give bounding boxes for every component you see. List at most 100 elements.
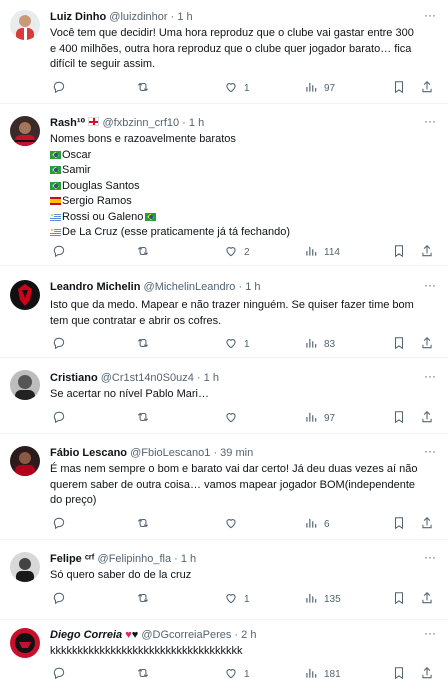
bookmark-button[interactable] bbox=[392, 591, 406, 607]
bookmark-icon bbox=[392, 666, 406, 683]
timestamp[interactable]: 1 h bbox=[245, 281, 260, 293]
retweet-button[interactable] bbox=[136, 244, 156, 260]
reply-button[interactable] bbox=[52, 410, 72, 426]
retweet-icon bbox=[136, 244, 150, 261]
reply-button[interactable] bbox=[52, 336, 72, 352]
author-handle[interactable]: @Cr1st14n0S0uz4 bbox=[101, 372, 194, 384]
views-count: 83 bbox=[324, 338, 336, 350]
like-button[interactable]: 1 bbox=[224, 80, 250, 96]
tweet-actions: 2 114 bbox=[50, 244, 438, 260]
like-button[interactable] bbox=[224, 516, 244, 532]
avatar[interactable] bbox=[10, 628, 40, 658]
reply-button[interactable] bbox=[52, 244, 72, 260]
author-name[interactable]: Luiz Dinho bbox=[50, 11, 106, 23]
author-name[interactable]: Diego Correia ♥♥ bbox=[50, 629, 138, 641]
views-button[interactable]: 6 bbox=[304, 516, 330, 532]
retweet-button[interactable] bbox=[136, 80, 156, 96]
timestamp[interactable]: 1 h bbox=[181, 553, 196, 565]
more-icon[interactable]: ··· bbox=[424, 369, 436, 383]
reply-button[interactable] bbox=[52, 516, 72, 532]
avatar[interactable] bbox=[10, 446, 40, 476]
views-button[interactable]: 97 bbox=[304, 410, 335, 426]
author-handle[interactable]: @fxbzinn_crf10 bbox=[103, 117, 180, 129]
bookmark-button[interactable] bbox=[392, 80, 406, 96]
like-button[interactable]: 1 bbox=[224, 336, 250, 352]
views-button[interactable]: 181 bbox=[304, 666, 341, 682]
views-button[interactable]: 114 bbox=[304, 244, 340, 260]
tweet-item[interactable]: Rash¹⁰ @fxbzinn_crf10 · 1 h ··· Nomes bo… bbox=[0, 104, 448, 266]
views-button[interactable]: 97 bbox=[304, 80, 335, 96]
black-heart-icon: ♥ bbox=[131, 629, 139, 641]
views-count: 181 bbox=[324, 668, 341, 680]
more-icon[interactable]: ··· bbox=[424, 278, 436, 292]
author-name[interactable]: Rash¹⁰ bbox=[50, 117, 100, 129]
like-button[interactable]: 2 bbox=[224, 244, 250, 260]
more-icon[interactable]: ··· bbox=[424, 626, 436, 640]
like-button[interactable]: 1 bbox=[224, 666, 250, 682]
retweet-button[interactable] bbox=[136, 516, 156, 532]
author-handle[interactable]: @FbioLescano1 bbox=[130, 447, 210, 459]
more-icon[interactable]: ··· bbox=[424, 114, 436, 128]
reply-button[interactable] bbox=[52, 591, 72, 607]
like-icon bbox=[224, 591, 238, 608]
author-name[interactable]: Cristiano bbox=[50, 372, 98, 384]
views-count: 135 bbox=[324, 593, 341, 605]
retweet-button[interactable] bbox=[136, 591, 156, 607]
author-handle[interactable]: @luizdinhor bbox=[109, 11, 167, 23]
views-button[interactable]: 83 bbox=[304, 336, 335, 352]
author-handle[interactable]: @MichelinLeandro bbox=[144, 281, 236, 293]
retweet-button[interactable] bbox=[136, 410, 156, 426]
bookmark-button[interactable] bbox=[392, 516, 406, 532]
timestamp[interactable]: 1 h bbox=[204, 372, 219, 384]
share-button[interactable] bbox=[420, 80, 434, 96]
reply-icon bbox=[52, 516, 66, 533]
tweet-item[interactable]: Leandro Michelin @MichelinLeandro · 1 h … bbox=[0, 266, 448, 358]
tweet-item[interactable]: Diego Correia ♥♥ @DGcorreiaPeres · 2 h ·… bbox=[0, 620, 448, 684]
retweet-icon bbox=[136, 666, 150, 683]
tweet-header: Fábio Lescano @FbioLescano1 · 39 min bbox=[50, 447, 254, 459]
timestamp[interactable]: 1 h bbox=[177, 11, 192, 23]
timestamp[interactable]: 2 h bbox=[241, 629, 256, 641]
tweet-item[interactable]: Luiz Dinho @luizdinhor · 1 h ··· Você te… bbox=[0, 0, 448, 104]
like-count: 1 bbox=[244, 668, 250, 680]
like-button[interactable] bbox=[224, 410, 244, 426]
avatar[interactable] bbox=[10, 280, 40, 310]
author-handle[interactable]: @DGcorreiaPeres bbox=[141, 629, 231, 641]
brazil-flag-icon bbox=[50, 166, 61, 174]
retweet-button[interactable] bbox=[136, 336, 156, 352]
tweet-header: Diego Correia ♥♥ @DGcorreiaPeres · 2 h bbox=[50, 629, 257, 641]
author-handle[interactable]: @Felipinho_fla bbox=[98, 553, 172, 565]
more-icon[interactable]: ··· bbox=[424, 8, 436, 22]
retweet-button[interactable] bbox=[136, 666, 156, 682]
tweet-item[interactable]: Cristiano @Cr1st14n0S0uz4 · 1 h ··· Se a… bbox=[0, 358, 448, 434]
reply-button[interactable] bbox=[52, 666, 72, 682]
views-button[interactable]: 135 bbox=[304, 591, 341, 607]
tweet-item[interactable]: Felipe ᶜʳᶠ @Felipinho_fla · 1 h ··· Só q… bbox=[0, 540, 448, 620]
bookmark-button[interactable] bbox=[392, 244, 406, 260]
author-name[interactable]: Felipe ᶜʳᶠ bbox=[50, 553, 94, 565]
like-button[interactable]: 1 bbox=[224, 591, 250, 607]
share-button[interactable] bbox=[420, 666, 434, 682]
share-button[interactable] bbox=[420, 591, 434, 607]
more-icon[interactable]: ··· bbox=[424, 444, 436, 458]
author-name[interactable]: Fábio Lescano bbox=[50, 447, 127, 459]
more-icon[interactable]: ··· bbox=[424, 550, 436, 564]
like-icon bbox=[224, 244, 238, 261]
bookmark-button[interactable] bbox=[392, 336, 406, 352]
avatar[interactable] bbox=[10, 370, 40, 400]
share-button[interactable] bbox=[420, 516, 434, 532]
bookmark-button[interactable] bbox=[392, 666, 406, 682]
timestamp[interactable]: 1 h bbox=[189, 117, 204, 129]
share-button[interactable] bbox=[420, 244, 434, 260]
avatar[interactable] bbox=[10, 552, 40, 582]
avatar[interactable] bbox=[10, 116, 40, 146]
author-name[interactable]: Leandro Michelin bbox=[50, 281, 140, 293]
tweet-item[interactable]: Fábio Lescano @FbioLescano1 · 39 min ···… bbox=[0, 434, 448, 540]
share-button[interactable] bbox=[420, 410, 434, 426]
timestamp[interactable]: 39 min bbox=[220, 447, 253, 459]
bookmark-button[interactable] bbox=[392, 410, 406, 426]
share-button[interactable] bbox=[420, 336, 434, 352]
reply-button[interactable] bbox=[52, 80, 72, 96]
like-count: 1 bbox=[244, 593, 250, 605]
avatar[interactable] bbox=[10, 10, 40, 40]
